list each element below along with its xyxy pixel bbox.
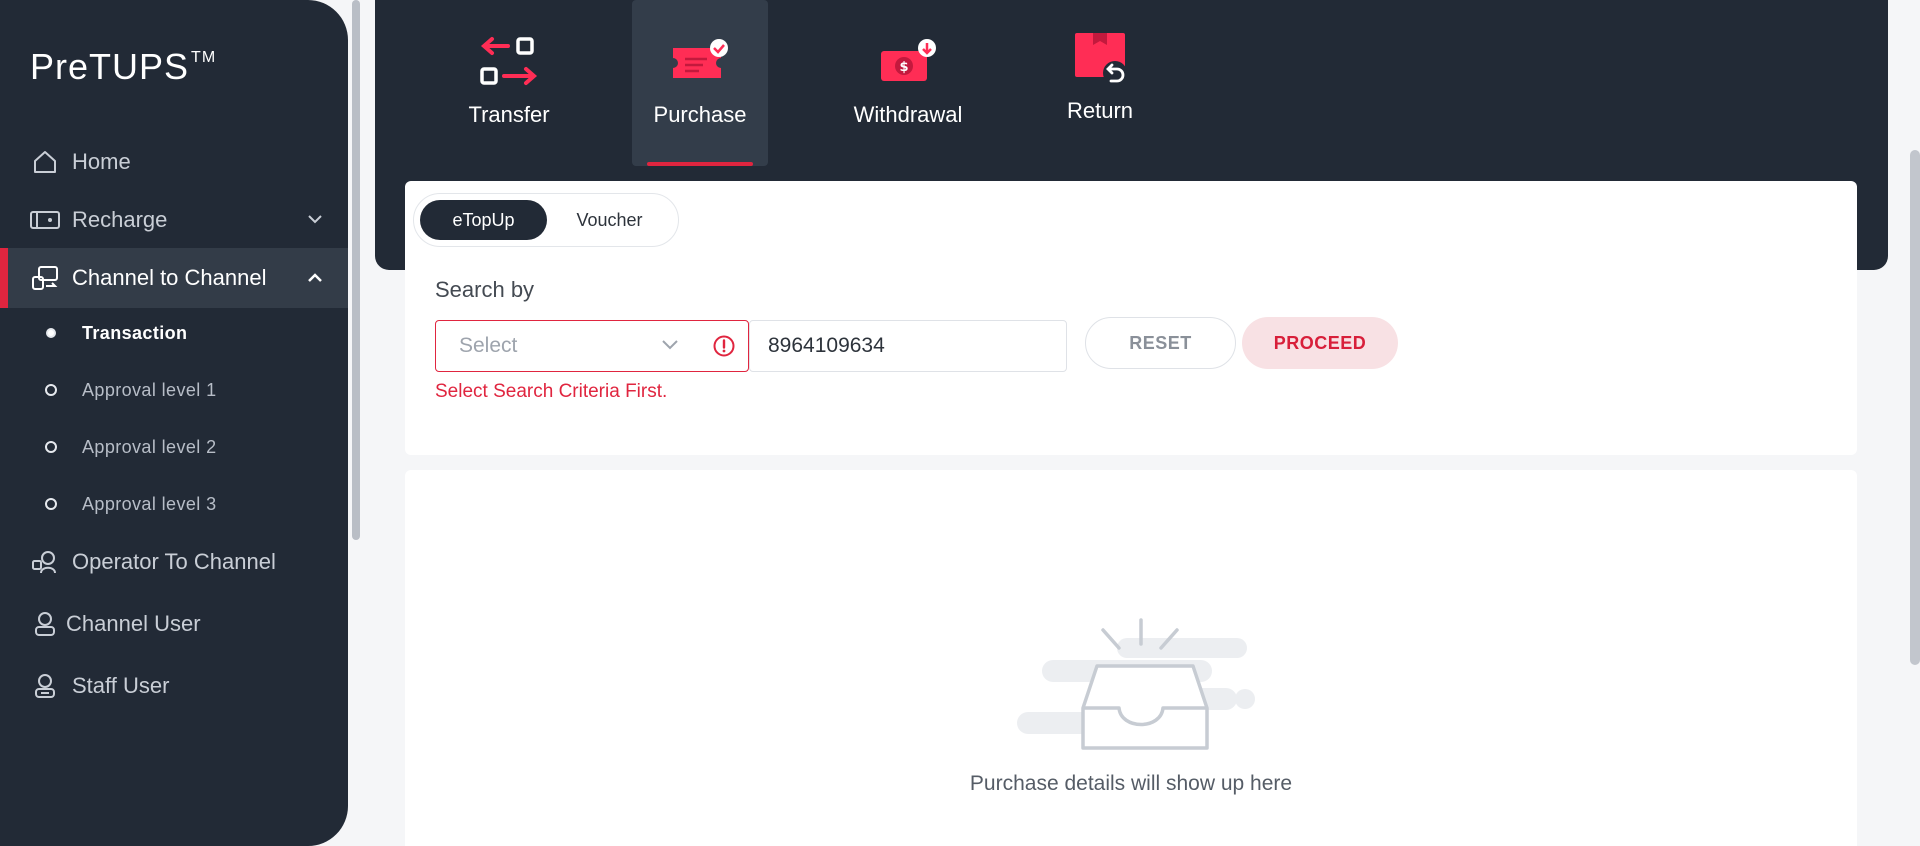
- sidebar-item-label: Channel User: [66, 611, 201, 636]
- sidebar: PreTUPS TM Home Recharge Channel to Chann…: [0, 0, 348, 846]
- error-message: Select Search Criteria First.: [435, 381, 668, 402]
- sidebar-item-channel-to-channel[interactable]: Channel to Channel: [0, 248, 348, 308]
- sidebar-item-staff-user[interactable]: Staff User: [0, 658, 348, 714]
- product-type-toggle: eTopUp Voucher: [413, 193, 679, 247]
- trademark-mark: TM: [191, 49, 217, 66]
- empty-state-message: Purchase details will show up here: [969, 772, 1293, 795]
- sidebar-subitem-label: Transaction: [82, 322, 188, 343]
- tab-label: Return: [1066, 98, 1134, 123]
- channel-transfer-icon: [28, 263, 62, 293]
- page-scrollbar[interactable]: [1910, 150, 1920, 665]
- sidebar-subitem-label: Approval level 2: [82, 436, 217, 457]
- empty-inbox-icon: [1017, 618, 1257, 763]
- svg-text:$: $: [899, 60, 908, 75]
- chevron-down-icon: [661, 333, 679, 357]
- error-icon: [712, 334, 736, 364]
- sidebar-subitem-transaction[interactable]: Transaction: [0, 311, 348, 355]
- sidebar-scrollbar[interactable]: [352, 0, 360, 540]
- recharge-icon: [28, 205, 62, 235]
- sidebar-item-channel-user[interactable]: Channel User: [0, 596, 348, 652]
- brand-name: PreTUPS: [30, 46, 190, 87]
- sidebar-item-label: Home: [72, 149, 131, 174]
- search-value-input[interactable]: [749, 320, 1067, 372]
- sidebar-subitem-label: Approval level 3: [82, 493, 217, 514]
- sidebar-subitem-approval-2[interactable]: Approval level 2: [0, 425, 348, 469]
- tab-label: Purchase: [653, 102, 747, 127]
- proceed-button[interactable]: PROCEED: [1242, 317, 1398, 369]
- return-icon: [1069, 26, 1131, 90]
- tab-label: Transfer: [468, 102, 550, 127]
- tab-label: Withdrawal: [853, 102, 963, 127]
- sidebar-subitem-label: Approval level 1: [82, 379, 217, 400]
- operator-icon: [28, 547, 62, 577]
- search-card: eTopUp Voucher Search by Select Select S…: [405, 181, 1857, 455]
- toggle-voucher[interactable]: Voucher: [547, 200, 672, 240]
- select-placeholder: Select: [459, 334, 518, 357]
- tab-return[interactable]: Return: [1055, 0, 1145, 166]
- sidebar-item-label: Operator To Channel: [72, 549, 276, 574]
- search-by-label: Search by: [435, 277, 535, 302]
- sidebar-subitem-approval-1[interactable]: Approval level 1: [0, 368, 348, 412]
- sidebar-item-label: Recharge: [72, 207, 168, 232]
- bullet-icon: [45, 441, 57, 453]
- user-icon: [28, 609, 62, 639]
- reset-button[interactable]: RESET: [1085, 317, 1236, 369]
- bullet-icon: [45, 498, 57, 510]
- withdrawal-icon: $: [877, 30, 939, 94]
- sidebar-subitem-approval-3[interactable]: Approval level 3: [0, 482, 348, 526]
- purchase-ticket-icon: [669, 30, 731, 94]
- tab-purchase[interactable]: Purchase: [632, 0, 768, 166]
- app-logo: PreTUPS TM: [30, 46, 216, 88]
- sidebar-item-home[interactable]: Home: [0, 134, 348, 190]
- transfer-icon: [478, 30, 540, 94]
- results-card: Purchase details will show up here: [405, 470, 1857, 846]
- staff-user-icon: [28, 671, 62, 701]
- search-criteria-select[interactable]: Select: [435, 320, 749, 372]
- sidebar-item-operator-to-channel[interactable]: Operator To Channel: [0, 534, 348, 590]
- sidebar-item-label: Channel to Channel: [72, 265, 267, 290]
- bullet-icon: [46, 328, 56, 338]
- tab-transfer[interactable]: Transfer: [455, 0, 563, 166]
- chevron-up-icon: [308, 269, 322, 287]
- bullet-icon: [45, 384, 57, 396]
- home-icon: [28, 147, 62, 177]
- tab-withdrawal[interactable]: $ Withdrawal: [853, 0, 963, 166]
- chevron-down-icon: [308, 211, 322, 229]
- sidebar-item-label: Staff User: [72, 673, 170, 698]
- toggle-etopup[interactable]: eTopUp: [420, 200, 547, 240]
- sidebar-item-recharge[interactable]: Recharge: [0, 192, 348, 248]
